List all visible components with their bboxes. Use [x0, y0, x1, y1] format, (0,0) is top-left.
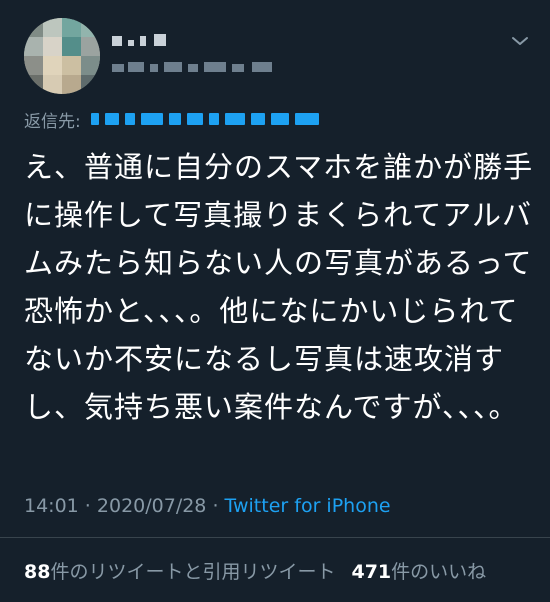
mention-pixel	[168, 113, 181, 125]
handle-pixel	[150, 64, 158, 72]
handle-pixel	[112, 64, 124, 72]
handle-pixel	[164, 62, 182, 72]
handle-pixel	[232, 64, 244, 72]
avatar-pixel	[43, 18, 62, 37]
mention-pixel	[186, 113, 203, 125]
avatar-pixel	[43, 75, 62, 94]
avatar-pixel	[62, 37, 81, 56]
tweet-stats: 88件のリツイートと引用リツイート 471件のいいね	[24, 557, 486, 584]
name-pixel	[140, 36, 146, 46]
avatar-pixel	[81, 37, 100, 56]
reply-label: 返信先:	[24, 111, 81, 132]
name-pixel	[154, 34, 166, 46]
chevron-down-icon[interactable]	[509, 33, 531, 49]
mention-pixel	[104, 113, 119, 125]
tweet-source[interactable]: Twitter for iPhone	[225, 495, 391, 517]
retweets-label: 件のリツイートと引用リツイート	[50, 561, 336, 583]
avatar-pixel	[62, 56, 81, 75]
tweet-date[interactable]: 2020/07/28	[97, 495, 207, 517]
avatar-pixel	[62, 75, 81, 94]
handle-pixel	[128, 62, 144, 72]
mention-pixel	[250, 113, 265, 125]
meta-separator: ·	[78, 495, 97, 517]
mention-pixel	[140, 113, 163, 125]
name-pixel	[112, 36, 122, 46]
avatar-pixel	[81, 75, 100, 94]
name-pixel	[128, 40, 134, 46]
handle-pixel	[252, 62, 272, 72]
handle-pixel	[204, 62, 226, 72]
avatar-pixel	[24, 18, 43, 37]
avatar[interactable]	[24, 18, 100, 94]
avatar-pixel	[43, 37, 62, 56]
avatar-pixel	[81, 18, 100, 37]
divider	[0, 537, 550, 538]
retweets-stat[interactable]: 88件のリツイートと引用リツイート	[24, 557, 335, 584]
reply-to: 返信先:	[24, 107, 325, 132]
mention-pixel	[124, 113, 135, 125]
avatar-pixel	[62, 18, 81, 37]
avatar-pixel	[43, 56, 62, 75]
likes-count: 471	[351, 561, 392, 583]
meta-separator: ·	[206, 495, 225, 517]
mentioned-users[interactable]	[90, 113, 325, 125]
tweet-text: え、普通に自分のスマホを誰かが勝手に操作して写真撮りまくられてアルバムみたら知ら…	[24, 150, 534, 424]
tweet-time[interactable]: 14:01	[24, 495, 79, 517]
mention-pixel	[224, 113, 245, 125]
handle-pixel	[188, 64, 198, 72]
retweets-count: 88	[24, 561, 51, 583]
tweet-meta: 14:01 · 2020/07/28 · Twitter for iPhone	[24, 495, 391, 517]
avatar-pixel	[24, 75, 43, 94]
avatar-pixel	[81, 56, 100, 75]
likes-label: 件のいいね	[391, 561, 487, 583]
mention-pixel	[208, 113, 219, 125]
mention-pixel	[294, 113, 319, 125]
avatar-pixel	[24, 37, 43, 56]
avatar-pixel	[24, 56, 43, 75]
mention-pixel	[270, 113, 289, 125]
mention-pixel	[90, 113, 99, 125]
likes-stat[interactable]: 471件のいいね	[351, 557, 486, 584]
